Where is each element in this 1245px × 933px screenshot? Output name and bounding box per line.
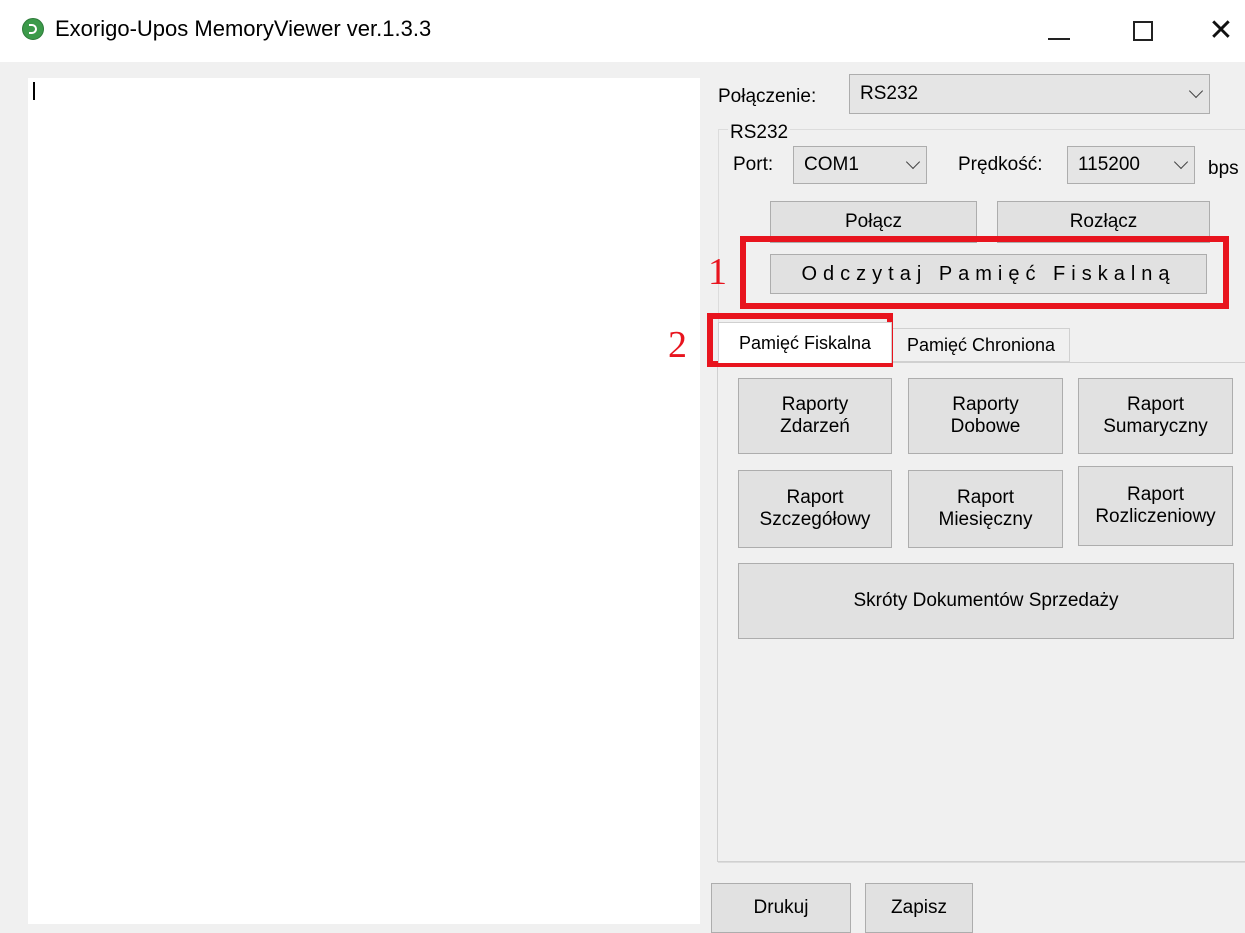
minimize-button[interactable] (1030, 8, 1086, 54)
maximize-icon (1133, 21, 1153, 41)
output-text-area[interactable] (28, 78, 700, 924)
settlement-report-button[interactable]: Raport Rozliczeniowy (1078, 466, 1233, 546)
summary-report-button[interactable]: Raport Sumaryczny (1078, 378, 1233, 454)
speed-select[interactable]: 115200 (1067, 146, 1195, 184)
close-button[interactable]: ✕ (1193, 8, 1245, 54)
annotation-number-1: 1 (708, 251, 727, 293)
speed-unit-label: bps (1208, 158, 1239, 179)
minimize-icon (1048, 38, 1070, 40)
port-select[interactable]: COM1 (793, 146, 927, 184)
port-label: Port: (733, 154, 774, 175)
speed-label: Prędkość: (958, 154, 1043, 175)
annotation-number-2: 2 (668, 324, 687, 366)
text-caret (33, 82, 35, 100)
title-bar: Exorigo-Upos MemoryViewer ver.1.3.3 ✕ (0, 0, 1245, 62)
maximize-button[interactable] (1116, 8, 1172, 54)
connection-value: RS232 (860, 83, 919, 104)
app-logo-icon (22, 18, 44, 40)
rs232-group-title: RS232 (728, 122, 791, 144)
daily-reports-button[interactable]: Raporty Dobowe (908, 378, 1063, 454)
tab-fiscal-memory[interactable]: Pamięć Fiskalna (718, 322, 892, 363)
window-title: Exorigo-Upos MemoryViewer ver.1.3.3 (55, 16, 432, 41)
speed-value: 115200 (1078, 154, 1140, 175)
close-icon: ✕ (1208, 14, 1234, 47)
port-value: COM1 (804, 154, 859, 175)
chevron-down-icon (1188, 83, 1204, 99)
save-button[interactable]: Zapisz (865, 883, 973, 933)
chevron-down-icon (1173, 154, 1189, 170)
monthly-report-button[interactable]: Raport Miesięczny (908, 470, 1063, 548)
tab-protected-memory[interactable]: Pamięć Chroniona (892, 328, 1070, 362)
detailed-report-button[interactable]: Raport Szczegółowy (738, 470, 892, 548)
sales-documents-summary-button[interactable]: Skróty Dokumentów Sprzedaży (738, 563, 1234, 639)
highlight-box-read-memory (740, 236, 1229, 309)
events-reports-button[interactable]: Raporty Zdarzeń (738, 378, 892, 454)
print-button[interactable]: Drukuj (711, 883, 851, 933)
connection-select[interactable]: RS232 (849, 74, 1210, 114)
connection-label: Połączenie: (718, 86, 817, 107)
chevron-down-icon (905, 154, 921, 170)
